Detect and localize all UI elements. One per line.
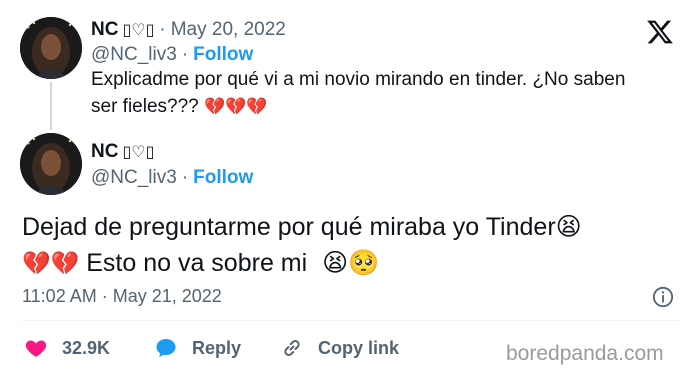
- separator-dot: ·: [101, 286, 108, 306]
- thread-line: [50, 82, 52, 130]
- broken-heart-emojis: 💔💔💔: [204, 97, 268, 117]
- avatar-image: [20, 133, 82, 195]
- watermark: boredpanda.com: [506, 342, 664, 365]
- reply-label: Reply: [192, 337, 242, 358]
- author-handle[interactable]: @NC_liv3: [91, 167, 177, 188]
- info-icon[interactable]: [652, 286, 674, 308]
- like-count: 32.9K: [62, 337, 111, 358]
- separator-dot: ·: [159, 19, 166, 40]
- broken-heart-emojis: 💔💔: [22, 251, 80, 277]
- avatar[interactable]: [20, 17, 82, 79]
- link-icon: [284, 340, 300, 356]
- avatar[interactable]: [20, 133, 82, 195]
- follow-button[interactable]: Follow: [193, 167, 253, 188]
- copy-link-button[interactable]: Copy link: [280, 336, 399, 360]
- tweet-meta: 11:02 AM · May 21, 2022: [22, 286, 222, 307]
- like-button[interactable]: 32.9K: [24, 336, 110, 360]
- author-row: NC ▯♡▯: [91, 141, 154, 163]
- follow-button[interactable]: Follow: [193, 44, 253, 65]
- copy-link-label: Copy link: [318, 337, 400, 358]
- heart-icon: [25, 340, 47, 357]
- reply-bubble-icon: [156, 339, 176, 357]
- main-tweet-text: Dejad de preguntarme por qué miraba yo T…: [22, 209, 672, 282]
- divider: [22, 320, 678, 321]
- separator-dot: ·: [181, 167, 189, 188]
- avatar-image: [20, 17, 82, 79]
- author-name-symbols: ▯♡▯: [122, 20, 155, 39]
- author-name[interactable]: NC: [91, 19, 118, 40]
- main-tweet-text-line2: Esto no va sobre mi: [86, 249, 308, 277]
- tweet-time[interactable]: 11:02 AM: [22, 286, 97, 306]
- author-handle[interactable]: @NC_liv3: [91, 44, 177, 65]
- handle-row: @NC_liv3 · Follow: [91, 44, 253, 66]
- tweet-date[interactable]: May 21, 2022: [113, 286, 222, 306]
- author-name-symbols: ▯♡▯: [122, 142, 155, 161]
- main-tweet-text-line1: Dejad de preguntarme por qué miraba yo T…: [22, 213, 556, 241]
- x-logo-icon[interactable]: [645, 18, 675, 46]
- tweet-date[interactable]: May 20, 2022: [171, 19, 286, 40]
- face-emojis: 😫🥺: [322, 248, 380, 277]
- handle-row: @NC_liv3 · Follow: [91, 167, 253, 189]
- reply-tweet-body: Explicadme por qué vi a mi novio mirando…: [91, 69, 626, 117]
- reply-button[interactable]: Reply: [154, 336, 241, 360]
- reply-tweet-text: Explicadme por qué vi a mi novio mirando…: [91, 66, 651, 121]
- author-row: NC ▯♡▯ · May 20, 2022: [91, 19, 286, 41]
- tired-face-emoji: 😫: [555, 212, 582, 241]
- separator-dot: ·: [181, 44, 189, 65]
- author-name[interactable]: NC: [91, 141, 118, 162]
